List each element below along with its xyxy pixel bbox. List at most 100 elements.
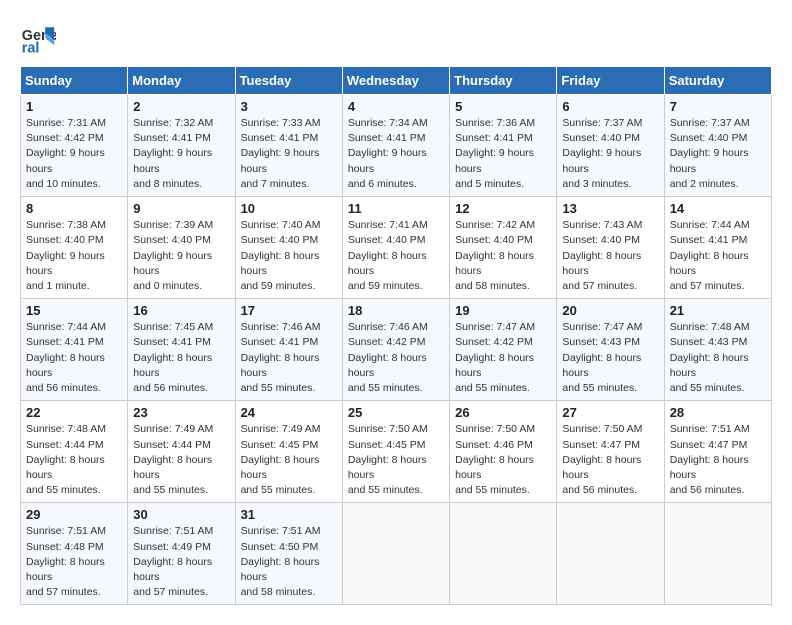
calendar-week-2: 8 Sunrise: 7:38 AMSunset: 4:40 PMDayligh… xyxy=(21,197,772,299)
day-detail: Sunrise: 7:48 AMSunset: 4:44 PMDaylight:… xyxy=(26,422,122,498)
calendar-cell: 15 Sunrise: 7:44 AMSunset: 4:41 PMDaylig… xyxy=(21,299,128,401)
calendar-cell: 12 Sunrise: 7:42 AMSunset: 4:40 PMDaylig… xyxy=(450,197,557,299)
calendar-cell: 25 Sunrise: 7:50 AMSunset: 4:45 PMDaylig… xyxy=(342,401,449,503)
page-header: Gene ral xyxy=(20,20,772,56)
day-detail: Sunrise: 7:51 AMSunset: 4:47 PMDaylight:… xyxy=(670,422,766,498)
day-number: 19 xyxy=(455,303,551,318)
calendar-cell: 16 Sunrise: 7:45 AMSunset: 4:41 PMDaylig… xyxy=(128,299,235,401)
logo-icon: Gene ral xyxy=(20,20,56,56)
day-number: 13 xyxy=(562,201,658,216)
calendar-cell: 24 Sunrise: 7:49 AMSunset: 4:45 PMDaylig… xyxy=(235,401,342,503)
day-number: 4 xyxy=(348,99,444,114)
calendar-cell: 2 Sunrise: 7:32 AMSunset: 4:41 PMDayligh… xyxy=(128,95,235,197)
calendar-cell xyxy=(342,503,449,605)
calendar-cell: 5 Sunrise: 7:36 AMSunset: 4:41 PMDayligh… xyxy=(450,95,557,197)
day-number: 24 xyxy=(241,405,337,420)
day-detail: Sunrise: 7:42 AMSunset: 4:40 PMDaylight:… xyxy=(455,218,551,294)
column-header-sunday: Sunday xyxy=(21,67,128,95)
day-detail: Sunrise: 7:31 AMSunset: 4:42 PMDaylight:… xyxy=(26,116,122,192)
calendar-week-3: 15 Sunrise: 7:44 AMSunset: 4:41 PMDaylig… xyxy=(21,299,772,401)
column-header-thursday: Thursday xyxy=(450,67,557,95)
day-detail: Sunrise: 7:50 AMSunset: 4:45 PMDaylight:… xyxy=(348,422,444,498)
calendar-cell: 8 Sunrise: 7:38 AMSunset: 4:40 PMDayligh… xyxy=(21,197,128,299)
calendar-cell: 7 Sunrise: 7:37 AMSunset: 4:40 PMDayligh… xyxy=(664,95,771,197)
calendar-cell: 1 Sunrise: 7:31 AMSunset: 4:42 PMDayligh… xyxy=(21,95,128,197)
day-detail: Sunrise: 7:47 AMSunset: 4:43 PMDaylight:… xyxy=(562,320,658,396)
day-detail: Sunrise: 7:51 AMSunset: 4:50 PMDaylight:… xyxy=(241,524,337,600)
day-number: 2 xyxy=(133,99,229,114)
day-number: 30 xyxy=(133,507,229,522)
calendar-week-1: 1 Sunrise: 7:31 AMSunset: 4:42 PMDayligh… xyxy=(21,95,772,197)
calendar-cell: 28 Sunrise: 7:51 AMSunset: 4:47 PMDaylig… xyxy=(664,401,771,503)
calendar-cell: 6 Sunrise: 7:37 AMSunset: 4:40 PMDayligh… xyxy=(557,95,664,197)
day-number: 11 xyxy=(348,201,444,216)
day-number: 20 xyxy=(562,303,658,318)
day-number: 12 xyxy=(455,201,551,216)
calendar-cell xyxy=(664,503,771,605)
day-detail: Sunrise: 7:49 AMSunset: 4:44 PMDaylight:… xyxy=(133,422,229,498)
calendar-cell: 30 Sunrise: 7:51 AMSunset: 4:49 PMDaylig… xyxy=(128,503,235,605)
day-detail: Sunrise: 7:46 AMSunset: 4:42 PMDaylight:… xyxy=(348,320,444,396)
day-detail: Sunrise: 7:50 AMSunset: 4:47 PMDaylight:… xyxy=(562,422,658,498)
day-number: 27 xyxy=(562,405,658,420)
day-number: 31 xyxy=(241,507,337,522)
calendar-cell: 20 Sunrise: 7:47 AMSunset: 4:43 PMDaylig… xyxy=(557,299,664,401)
svg-text:ral: ral xyxy=(22,40,40,56)
day-detail: Sunrise: 7:41 AMSunset: 4:40 PMDaylight:… xyxy=(348,218,444,294)
calendar-cell: 27 Sunrise: 7:50 AMSunset: 4:47 PMDaylig… xyxy=(557,401,664,503)
calendar-cell: 31 Sunrise: 7:51 AMSunset: 4:50 PMDaylig… xyxy=(235,503,342,605)
day-number: 15 xyxy=(26,303,122,318)
column-header-monday: Monday xyxy=(128,67,235,95)
day-number: 8 xyxy=(26,201,122,216)
day-number: 9 xyxy=(133,201,229,216)
day-detail: Sunrise: 7:36 AMSunset: 4:41 PMDaylight:… xyxy=(455,116,551,192)
column-header-tuesday: Tuesday xyxy=(235,67,342,95)
calendar-cell: 14 Sunrise: 7:44 AMSunset: 4:41 PMDaylig… xyxy=(664,197,771,299)
day-number: 6 xyxy=(562,99,658,114)
day-number: 7 xyxy=(670,99,766,114)
day-number: 1 xyxy=(26,99,122,114)
day-detail: Sunrise: 7:47 AMSunset: 4:42 PMDaylight:… xyxy=(455,320,551,396)
calendar-cell: 3 Sunrise: 7:33 AMSunset: 4:41 PMDayligh… xyxy=(235,95,342,197)
day-detail: Sunrise: 7:49 AMSunset: 4:45 PMDaylight:… xyxy=(241,422,337,498)
calendar-cell: 22 Sunrise: 7:48 AMSunset: 4:44 PMDaylig… xyxy=(21,401,128,503)
calendar-cell: 21 Sunrise: 7:48 AMSunset: 4:43 PMDaylig… xyxy=(664,299,771,401)
calendar-week-5: 29 Sunrise: 7:51 AMSunset: 4:48 PMDaylig… xyxy=(21,503,772,605)
calendar-table: SundayMondayTuesdayWednesdayThursdayFrid… xyxy=(20,66,772,605)
column-header-friday: Friday xyxy=(557,67,664,95)
day-number: 25 xyxy=(348,405,444,420)
day-number: 5 xyxy=(455,99,551,114)
day-number: 21 xyxy=(670,303,766,318)
calendar-cell: 29 Sunrise: 7:51 AMSunset: 4:48 PMDaylig… xyxy=(21,503,128,605)
day-detail: Sunrise: 7:38 AMSunset: 4:40 PMDaylight:… xyxy=(26,218,122,294)
calendar-cell: 13 Sunrise: 7:43 AMSunset: 4:40 PMDaylig… xyxy=(557,197,664,299)
logo: Gene ral xyxy=(20,20,60,56)
day-detail: Sunrise: 7:48 AMSunset: 4:43 PMDaylight:… xyxy=(670,320,766,396)
calendar-week-4: 22 Sunrise: 7:48 AMSunset: 4:44 PMDaylig… xyxy=(21,401,772,503)
day-detail: Sunrise: 7:32 AMSunset: 4:41 PMDaylight:… xyxy=(133,116,229,192)
calendar-cell: 18 Sunrise: 7:46 AMSunset: 4:42 PMDaylig… xyxy=(342,299,449,401)
calendar-cell: 19 Sunrise: 7:47 AMSunset: 4:42 PMDaylig… xyxy=(450,299,557,401)
calendar-cell: 11 Sunrise: 7:41 AMSunset: 4:40 PMDaylig… xyxy=(342,197,449,299)
day-detail: Sunrise: 7:46 AMSunset: 4:41 PMDaylight:… xyxy=(241,320,337,396)
day-detail: Sunrise: 7:43 AMSunset: 4:40 PMDaylight:… xyxy=(562,218,658,294)
day-number: 17 xyxy=(241,303,337,318)
calendar-cell xyxy=(557,503,664,605)
day-detail: Sunrise: 7:33 AMSunset: 4:41 PMDaylight:… xyxy=(241,116,337,192)
day-number: 16 xyxy=(133,303,229,318)
calendar-cell: 26 Sunrise: 7:50 AMSunset: 4:46 PMDaylig… xyxy=(450,401,557,503)
calendar-cell: 17 Sunrise: 7:46 AMSunset: 4:41 PMDaylig… xyxy=(235,299,342,401)
day-detail: Sunrise: 7:50 AMSunset: 4:46 PMDaylight:… xyxy=(455,422,551,498)
day-detail: Sunrise: 7:37 AMSunset: 4:40 PMDaylight:… xyxy=(670,116,766,192)
day-detail: Sunrise: 7:51 AMSunset: 4:48 PMDaylight:… xyxy=(26,524,122,600)
day-number: 29 xyxy=(26,507,122,522)
day-number: 10 xyxy=(241,201,337,216)
day-detail: Sunrise: 7:34 AMSunset: 4:41 PMDaylight:… xyxy=(348,116,444,192)
day-detail: Sunrise: 7:39 AMSunset: 4:40 PMDaylight:… xyxy=(133,218,229,294)
calendar-cell: 10 Sunrise: 7:40 AMSunset: 4:40 PMDaylig… xyxy=(235,197,342,299)
calendar-cell xyxy=(450,503,557,605)
day-number: 28 xyxy=(670,405,766,420)
day-number: 3 xyxy=(241,99,337,114)
day-number: 18 xyxy=(348,303,444,318)
day-detail: Sunrise: 7:44 AMSunset: 4:41 PMDaylight:… xyxy=(670,218,766,294)
